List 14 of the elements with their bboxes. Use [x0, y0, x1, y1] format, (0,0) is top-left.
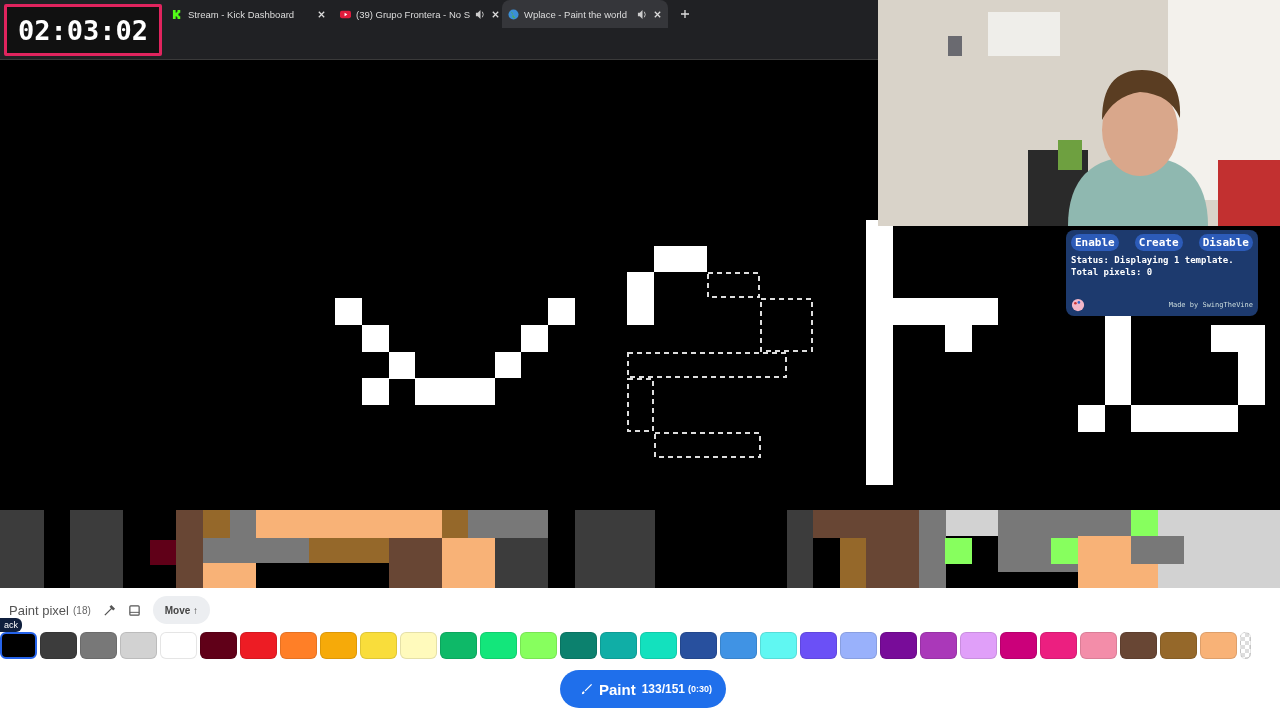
- tooltip: ack: [0, 618, 22, 632]
- status-text: Status: Displaying 1 template.: [1071, 254, 1235, 266]
- paint-button[interactable]: Paint 133/151 (0:30): [559, 670, 727, 708]
- move-button[interactable]: Move ↑: [152, 596, 211, 624]
- total-pixels-text: Total pixels: 0: [1071, 266, 1154, 278]
- pixel-count: (18): [73, 604, 91, 616]
- template-button[interactable]: Disable: [1198, 234, 1253, 251]
- browser-tab[interactable]: Wplace - Paint the world: [502, 0, 668, 28]
- browser-tab[interactable]: (39) Grupo Frontera - No S: [334, 0, 500, 28]
- stream-timer: 02:03:02: [4, 4, 162, 56]
- browser-tab[interactable]: Stream - Kick Dashboard: [166, 0, 332, 28]
- panel-title: Paint pixel: [9, 602, 69, 618]
- template-button[interactable]: Create: [1134, 234, 1183, 251]
- template-button[interactable]: Enable: [1071, 234, 1119, 251]
